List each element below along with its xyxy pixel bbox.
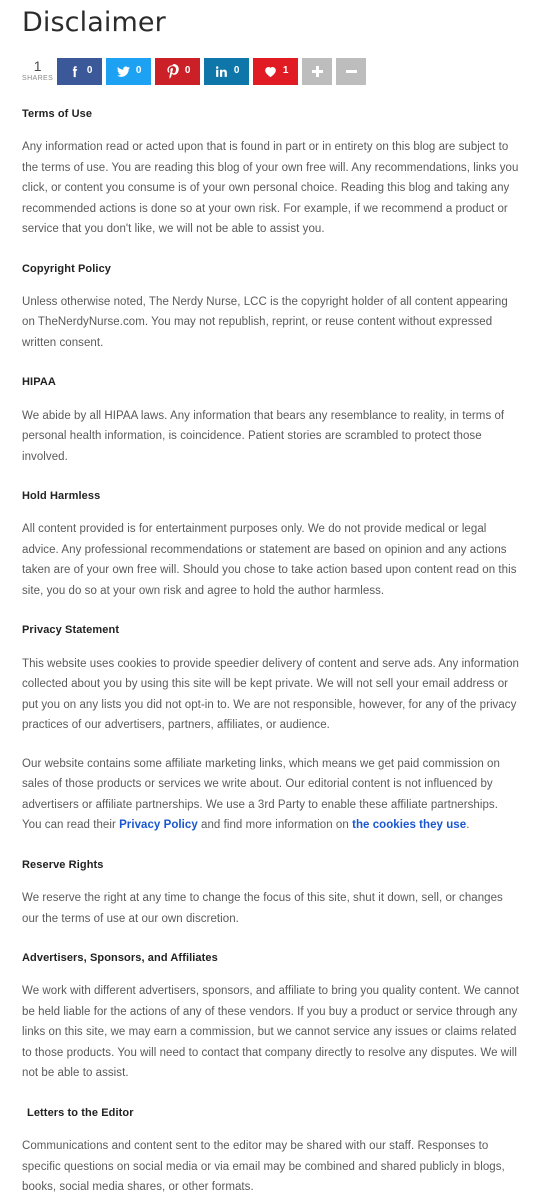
share-count-pinterest: 0 (184, 65, 191, 77)
section: Hold Harmless All content provided is for… (22, 489, 519, 601)
share-total-label: SHARES (22, 74, 54, 82)
share-less-button[interactable] (336, 57, 367, 85)
section-heading: Privacy Statement (22, 624, 120, 637)
privacy-policy-link[interactable]: Privacy Policy (119, 819, 198, 831)
section-paragraph: This website uses cookies to provide spe… (22, 657, 520, 732)
minus-icon (345, 66, 357, 77)
heart-icon (263, 64, 278, 79)
twitter-icon (116, 64, 131, 79)
page-content: Disclaimer 1 SHARES 0 0 0 0 1 Terms of Use Any … (0, 6, 539, 1198)
section-paragraph: We work with different advertisers, spon… (22, 985, 519, 1080)
share-button-love[interactable]: 1 (253, 57, 299, 85)
pinterest-icon (165, 63, 180, 79)
section-heading: Letters to the Editor (27, 1106, 134, 1119)
cookies-they-use-link[interactable]: the cookies they use (352, 819, 466, 831)
section-paragraph: We reserve the right at any time to chan… (22, 892, 503, 925)
section: Letters to the Editor Communications and … (22, 1106, 519, 1198)
share-button-facebook[interactable]: 0 (57, 57, 103, 85)
social-share-bar: 1 SHARES 0 0 0 0 1 (22, 57, 519, 85)
paragraph-text: . (466, 819, 470, 832)
section: Advertisers, Sponsors, and Affiliates We … (22, 951, 519, 1084)
share-total-number: 1 (33, 57, 42, 74)
section-heading: Advertisers, Sponsors, and Affiliates (22, 952, 218, 965)
section: HIPAA We abide by all HIPAA laws. Any inf… (22, 375, 519, 467)
linkedin-icon (214, 64, 229, 79)
page-title: Disclaimer (22, 7, 166, 38)
section: Privacy Statement This website uses cooki… (22, 623, 519, 835)
share-more-button[interactable] (302, 57, 333, 85)
disclaimer-sections: Terms of Use Any information read or acte… (22, 107, 519, 1198)
section-heading: Reserve Rights (22, 858, 104, 871)
plus-icon (311, 65, 323, 77)
section-heading: HIPAA (22, 376, 56, 389)
section-heading: Hold Harmless (22, 490, 101, 503)
share-count-twitter: 0 (135, 65, 142, 77)
share-count-love: 1 (282, 65, 289, 77)
share-button-twitter[interactable]: 0 (106, 57, 152, 85)
section-paragraph: Communications and content sent to the e… (22, 1140, 505, 1194)
section: Copyright Policy Unless otherwise noted, … (22, 262, 519, 354)
section-paragraph: Unless otherwise noted, The Nerdy Nurse,… (22, 295, 508, 349)
section-heading: Copyright Policy (22, 262, 111, 275)
section-paragraph: We abide by all HIPAA laws. Any informat… (22, 409, 505, 463)
share-button-pinterest[interactable]: 0 (155, 57, 201, 85)
share-button-linkedin[interactable]: 0 (204, 57, 250, 85)
section: Reserve Rights We reserve the right at an… (22, 858, 519, 929)
section: Terms of Use Any information read or acte… (22, 107, 519, 240)
paragraph-text: and find more information on (197, 819, 353, 832)
share-count-linkedin: 0 (233, 65, 240, 77)
section-paragraph: All content provided is for entertainmen… (22, 523, 517, 597)
share-total-count: 1 SHARES (22, 58, 57, 85)
section-heading: Terms of Use (22, 107, 93, 120)
section-paragraph: Any information read or acted upon that … (22, 141, 519, 236)
section-paragraph-with-links: Our website contains some affiliate mark… (22, 754, 519, 836)
disclaimer-page: Disclaimer 1 SHARES 0 0 0 0 1 Terms of Use Any … (0, 0, 539, 1198)
facebook-icon (67, 64, 82, 79)
share-count-facebook: 0 (86, 65, 93, 77)
